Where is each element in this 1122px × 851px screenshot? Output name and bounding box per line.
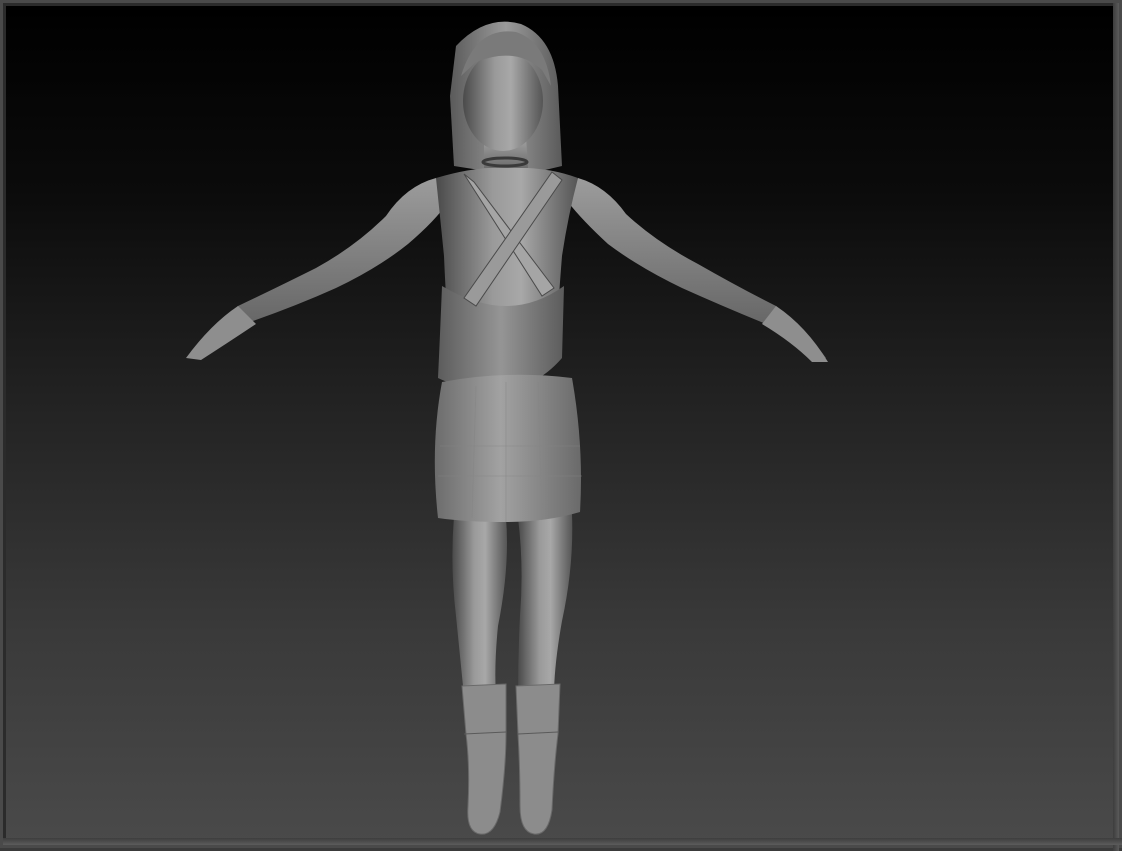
left-leg-mesh [452, 516, 507, 696]
right-boot-mesh [515, 683, 561, 835]
3d-viewport-canvas[interactable] [6, 6, 1119, 844]
app-window-frame [0, 0, 1122, 851]
sculpt-model[interactable] [6, 6, 1119, 844]
left-boot-mesh [461, 683, 507, 835]
right-leg-mesh [518, 514, 573, 696]
skirt-mesh [434, 374, 581, 522]
viewport-scroll-edge-right [1113, 3, 1119, 851]
right-hand-mesh [762, 306, 828, 362]
head-mesh [463, 51, 543, 151]
left-hand-mesh [186, 306, 256, 360]
viewport-scroll-edge-bottom [3, 838, 1122, 845]
